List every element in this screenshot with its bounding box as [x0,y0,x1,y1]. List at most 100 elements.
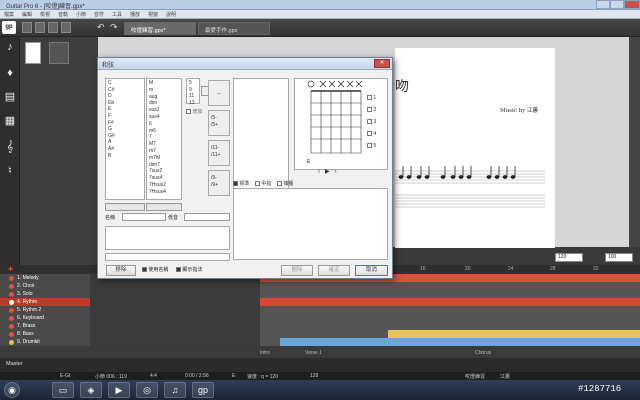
track-lane[interactable] [260,314,640,322]
chord-type-item[interactable]: M [149,80,179,87]
track-controls[interactable] [90,338,260,346]
redo-icon[interactable]: ↷ [110,22,120,33]
track-lane[interactable] [260,338,640,346]
score-vertical-scrollbar[interactable] [629,37,640,247]
drum-clip[interactable] [280,338,640,346]
keyboard-icon[interactable]: ▦ [2,113,18,129]
track-row[interactable]: 3. Solo [0,290,640,298]
track-lane[interactable] [260,330,640,338]
track-row[interactable]: 2. Choir [0,282,640,290]
chord-list-box[interactable] [233,188,388,260]
middle-check[interactable]: 中指 [254,181,271,187]
track-lane[interactable] [260,306,640,314]
track-controls[interactable] [90,290,260,298]
cancel-button[interactable]: 取消 [355,265,388,276]
track-lane[interactable] [260,322,640,330]
new-file-icon[interactable] [22,22,32,33]
standard-check[interactable]: 標準 [233,181,249,187]
menu-note[interactable]: 音符 [94,11,104,18]
clef-icon[interactable]: 𝄞 [2,139,18,155]
chord-type-item[interactable]: m7 [149,148,179,155]
fret-checkbox-column[interactable]: 1 2 3 4 5 [367,92,376,152]
zoom-field[interactable]: 100 [605,253,633,262]
chord-root-item[interactable]: C [108,80,142,87]
chord-type-item[interactable]: 7 [149,134,179,141]
chord-type-item[interactable]: 7sus2 [149,168,179,175]
track-controls[interactable] [90,306,260,314]
track-controls[interactable] [90,322,260,330]
menu-window[interactable]: 視窗 [148,11,158,18]
chord-type-item[interactable]: dim7 [149,162,179,169]
menu-play[interactable]: 播放 [130,11,140,18]
chord-type-item[interactable]: m [149,87,179,94]
chord-diagram[interactable]: 1 2 3 4 5 E [294,78,388,170]
chord-name-field[interactable] [105,226,230,250]
add-track-icon[interactable]: ✚ [8,266,13,273]
track-row[interactable]: 8. Bass [0,330,640,338]
chord-type-item[interactable]: M7 [149,141,179,148]
name-select[interactable] [122,213,166,221]
bass-select[interactable] [184,213,230,221]
show-diagram-check[interactable]: 顯示指法 [176,266,202,273]
track-row[interactable]: 7. Brass [0,322,640,330]
chord-basic-item[interactable]: 11 [189,93,197,100]
track-controls[interactable] [90,282,260,290]
track-row[interactable]: 4. Rythm [0,298,640,306]
chord-type-item[interactable]: m6 [149,128,179,135]
note-icon[interactable]: ♪ [2,39,18,55]
close-button[interactable] [624,0,640,9]
option-box[interactable]: – [208,80,230,106]
track-lane[interactable] [260,282,640,290]
chord-diagram-thumbnail[interactable] [25,42,41,64]
track-row[interactable]: 6. Keyboard [0,314,640,322]
option-box[interactable]: /11-/11+ [208,140,230,166]
chord-basic-item[interactable]: 9 [189,87,197,94]
tab-document-2[interactable]: 最愛手作.gpx [198,22,270,35]
scroll-right-button[interactable] [146,203,182,211]
track-lane[interactable] [260,298,640,306]
chord-root-item[interactable]: B [108,153,142,160]
taskbar-app-icon[interactable]: ◎ [136,382,158,398]
add-check[interactable]: 增加 [186,108,202,115]
guitar-icon[interactable]: ♦ [2,65,18,81]
scroll-left-button[interactable] [105,203,145,211]
microphone-icon[interactable]: ♮ [2,163,18,179]
tempo-field[interactable]: 120 [555,253,583,262]
play-icon[interactable]: ▶ [325,169,330,175]
menu-help[interactable]: 說明 [166,11,176,18]
chord-type-item[interactable]: 6 [149,121,179,128]
menu-bar-item[interactable]: 小節 [76,11,86,18]
chord-note-field[interactable] [105,253,230,261]
chord-root-item[interactable]: D [108,93,142,100]
chord-type-item[interactable]: 7Hsus2 [149,182,179,189]
chord-type-item[interactable]: 7sus4 [149,175,179,182]
prev-arrow-icon[interactable]: ‹ [318,169,320,175]
menu-view[interactable]: 檢視 [40,11,50,18]
dialog-close-icon[interactable]: ✕ [374,59,390,68]
track-lane[interactable] [260,290,640,298]
chord-root-item[interactable]: G# [108,133,142,140]
option-box[interactable]: /9-/9+ [208,170,230,196]
menu-track[interactable]: 音軌 [58,11,68,18]
chord-type-item[interactable]: sus4 [149,114,179,121]
chord-type-item[interactable]: aug [149,94,179,101]
chord-type-list[interactable]: M m aug dim sus2 sus4 6 m6 7 M7 m7 m7M d… [146,78,182,200]
menu-file[interactable]: 檔案 [4,11,14,18]
chord-type-item[interactable]: dim [149,100,179,107]
option-box[interactable]: /5-/5+ [208,110,230,136]
taskbar-explorer-icon[interactable]: ▭ [52,382,74,398]
menu-tools[interactable]: 工具 [112,11,122,18]
chord-type-item[interactable]: m7M [149,155,179,162]
track-controls[interactable] [90,314,260,322]
chord-root-list[interactable]: C C# D Eb E F F# G G# A A# B [105,78,145,200]
chord-root-item[interactable]: E [108,106,142,113]
remove-button[interactable]: 移除 [106,265,136,276]
undo-icon[interactable]: ↶ [97,22,107,33]
taskbar-app-icon[interactable]: ♫ [164,382,186,398]
chord-type-item[interactable]: 7Hsus4 [149,189,179,196]
print-icon[interactable] [61,22,71,33]
ok-button[interactable]: 確定 [318,265,350,276]
maximize-button[interactable] [610,0,624,9]
taskbar-app-icon[interactable]: ◈ [80,382,102,398]
chord-root-item[interactable]: A [108,139,142,146]
